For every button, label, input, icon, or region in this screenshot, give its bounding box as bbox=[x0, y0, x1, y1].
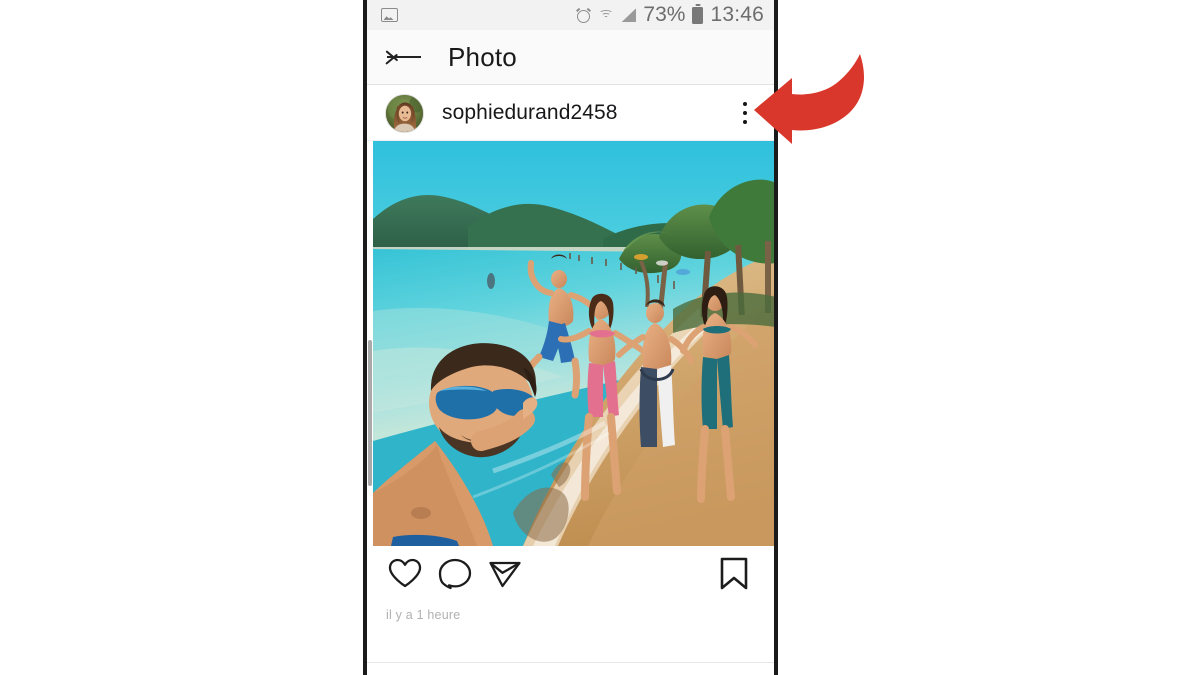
avatar[interactable] bbox=[385, 93, 424, 133]
heart-icon[interactable] bbox=[385, 554, 425, 594]
post-actions bbox=[367, 546, 774, 601]
comment-bubble-icon[interactable] bbox=[435, 554, 475, 594]
phone-screen: 73% 13:46 Photo sophiedurand2458 il y a … bbox=[367, 0, 774, 675]
post-username[interactable]: sophiedurand2458 bbox=[442, 101, 618, 125]
phone-frame: 73% 13:46 Photo sophiedurand2458 il y a … bbox=[363, 0, 778, 675]
battery-icon bbox=[692, 6, 704, 24]
back-arrow-icon[interactable] bbox=[385, 44, 423, 70]
screenshot-canvas: 73% 13:46 Photo sophiedurand2458 il y a … bbox=[0, 0, 1200, 675]
alarm-clock-icon bbox=[576, 7, 592, 23]
gallery-icon bbox=[381, 8, 398, 22]
bookmark-icon[interactable] bbox=[714, 554, 754, 594]
clock-label: 13:46 bbox=[710, 3, 764, 26]
comments-area bbox=[367, 663, 774, 675]
status-bar-left bbox=[381, 8, 398, 22]
page-title: Photo bbox=[448, 41, 517, 72]
share-paper-plane-icon[interactable] bbox=[485, 554, 525, 594]
status-bar: 73% 13:46 bbox=[367, 0, 774, 30]
cellular-signal-icon bbox=[621, 8, 637, 22]
battery-percent-label: 73% bbox=[643, 3, 686, 26]
post-timestamp: il y a 1 heure bbox=[386, 608, 461, 622]
post-header: sophiedurand2458 bbox=[367, 86, 774, 141]
status-bar-right: 73% 13:46 bbox=[576, 3, 764, 27]
scrollbar-thumb[interactable] bbox=[368, 340, 372, 486]
more-options-icon[interactable] bbox=[732, 98, 758, 128]
app-bar: Photo bbox=[367, 30, 774, 85]
wifi-icon bbox=[598, 9, 613, 22]
post-photo[interactable] bbox=[373, 141, 774, 546]
